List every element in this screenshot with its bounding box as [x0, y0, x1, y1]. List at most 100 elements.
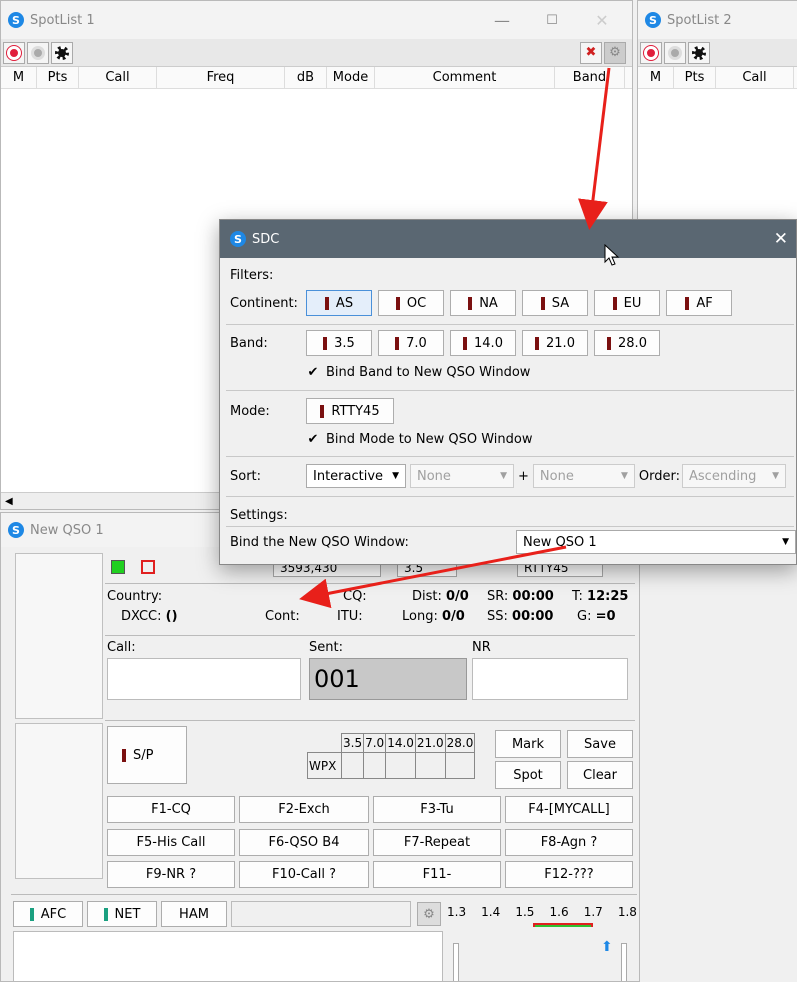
band-28-0-button[interactable]: 28.0 [594, 330, 660, 356]
settings-button[interactable]: ⚙ [604, 41, 626, 64]
f7-button[interactable]: F7-Repeat [373, 829, 501, 856]
spot-button[interactable]: Spot [495, 761, 561, 789]
f10-button[interactable]: F10-Call ? [239, 861, 369, 888]
spotlist-header: M Pts Call Freq dB Mode Comment Band [1, 67, 632, 89]
bind-mode-checkbox[interactable]: ✔ Bind Mode to New QSO Window [306, 432, 533, 447]
f9-button[interactable]: F9-NR ? [107, 861, 235, 888]
record-red-button[interactable] [640, 41, 662, 64]
nr-input[interactable] [472, 658, 628, 700]
t-value: 12:25 [587, 589, 629, 604]
delete-button[interactable]: ✖ [580, 41, 602, 64]
sort-secondary-select[interactable]: None ▼ [410, 464, 514, 488]
frequency-scale: 1.3 1.4 1.5 1.6 1.7 1.8 [447, 905, 637, 919]
settings-small-button[interactable]: ⚙ [417, 902, 441, 926]
clear-button[interactable]: Clear [567, 761, 633, 789]
call-input[interactable] [107, 658, 301, 700]
app-logo-icon: S [8, 12, 24, 28]
red-record-icon [6, 44, 22, 61]
col-header[interactable]: Call [716, 67, 794, 88]
mouse-cursor-icon [604, 244, 620, 266]
col-header[interactable]: Freq [157, 67, 285, 88]
separator [226, 324, 794, 325]
log-area[interactable] [13, 931, 443, 981]
sent-input[interactable]: 001 [309, 658, 467, 700]
black-record-icon [692, 45, 706, 60]
title-bar[interactable]: S SpotList 1 — ☐ ✕ [1, 1, 632, 39]
record-gray-button[interactable] [27, 41, 49, 64]
net-button[interactable]: NET [87, 901, 157, 927]
close-icon[interactable]: ✕ [572, 11, 632, 30]
t-label: T: [572, 589, 583, 604]
mid-separator [105, 720, 635, 721]
band-21-0-button[interactable]: 21.0 [522, 330, 588, 356]
bind-band-checkbox[interactable]: ✔ Bind Band to New QSO Window [306, 365, 531, 380]
f12-button[interactable]: F12-??? [505, 861, 633, 888]
continent-sa-button[interactable]: SA [522, 290, 588, 316]
dialog-title-bar[interactable]: S SDC ✕ [220, 220, 796, 258]
slider-left[interactable] [453, 943, 459, 981]
col-header[interactable]: Pts [674, 67, 716, 88]
record-gray-button[interactable] [664, 41, 686, 64]
record-black-button[interactable] [688, 41, 710, 64]
indicator-icon [29, 907, 34, 921]
bind-window-select[interactable]: New QSO 1 ▼ [516, 530, 796, 554]
continent-af-button[interactable]: AF [666, 290, 732, 316]
cq-label: CQ: [343, 589, 367, 604]
left-panel-top [15, 553, 103, 719]
save-button[interactable]: Save [567, 730, 633, 758]
record-red-button[interactable] [3, 41, 25, 64]
col-header[interactable]: Pts [37, 67, 79, 88]
continent-as-button[interactable]: AS [306, 290, 372, 316]
continent-oc-button[interactable]: OC [378, 290, 444, 316]
col-header[interactable]: M [638, 67, 674, 88]
sp-button[interactable]: S/P [107, 726, 187, 784]
app-logo-icon: S [8, 522, 24, 538]
sort-label: Sort: [230, 468, 262, 484]
ss-value: 00:00 [512, 609, 554, 624]
f11-button[interactable]: F11- [373, 861, 501, 888]
slider-right[interactable] [621, 943, 627, 981]
green-indicator-icon [111, 560, 125, 574]
band-14-0-button[interactable]: 14.0 [450, 330, 516, 356]
indicator-icon [103, 907, 108, 921]
col-header[interactable]: dB [285, 67, 327, 88]
call-label: Call: [107, 640, 136, 655]
f4-button[interactable]: F4-[MYCALL] [505, 796, 633, 823]
afc-button[interactable]: AFC [13, 901, 83, 927]
gear-icon: ⚙ [423, 906, 435, 922]
checkmark-icon: ✔ [307, 432, 319, 447]
spotlist-header: M Pts Call [638, 67, 797, 89]
f5-button[interactable]: F5-His Call [107, 829, 235, 856]
ham-button[interactable]: HAM [161, 901, 227, 927]
grid-band: 21.0 [414, 733, 446, 753]
order-select[interactable]: Ascending ▼ [682, 464, 787, 488]
col-header[interactable]: M [1, 67, 37, 88]
sort-tertiary-select[interactable]: None ▼ [532, 464, 635, 488]
col-header[interactable]: Mode [327, 67, 375, 88]
minimize-icon[interactable]: — [472, 11, 532, 30]
mark-button[interactable]: Mark [495, 730, 561, 758]
continent-eu-button[interactable]: EU [594, 290, 660, 316]
f3-button[interactable]: F3-Tu [373, 796, 501, 823]
left-panel-bottom [15, 723, 103, 879]
f8-button[interactable]: F8-Agn ? [505, 829, 633, 856]
text-field[interactable] [231, 901, 411, 927]
col-header[interactable]: Call [79, 67, 157, 88]
f6-button[interactable]: F6-QSO B4 [239, 829, 369, 856]
mode-rtty45-button[interactable]: RTTY45 [306, 398, 394, 424]
scroll-left-icon[interactable]: ◀ [5, 496, 13, 507]
band-7-0-button[interactable]: 7.0 [378, 330, 444, 356]
sort-primary-select[interactable]: Interactive ▼ [306, 464, 406, 488]
col-header[interactable]: Band [555, 67, 625, 88]
close-icon[interactable]: ✕ [774, 229, 788, 249]
country-label: Country: [107, 589, 163, 604]
continent-na-button[interactable]: NA [450, 290, 516, 316]
col-header[interactable]: Comment [375, 67, 555, 88]
bind-window-label: Bind the New QSO Window: [230, 534, 409, 550]
record-black-button[interactable] [51, 41, 73, 64]
f1-button[interactable]: F1-CQ [107, 796, 235, 823]
maximize-icon[interactable]: ☐ [532, 13, 572, 28]
title-bar[interactable]: S SpotList 2 [638, 1, 797, 39]
band-3-5-button[interactable]: 3.5 [306, 330, 372, 356]
f2-button[interactable]: F2-Exch [239, 796, 369, 823]
